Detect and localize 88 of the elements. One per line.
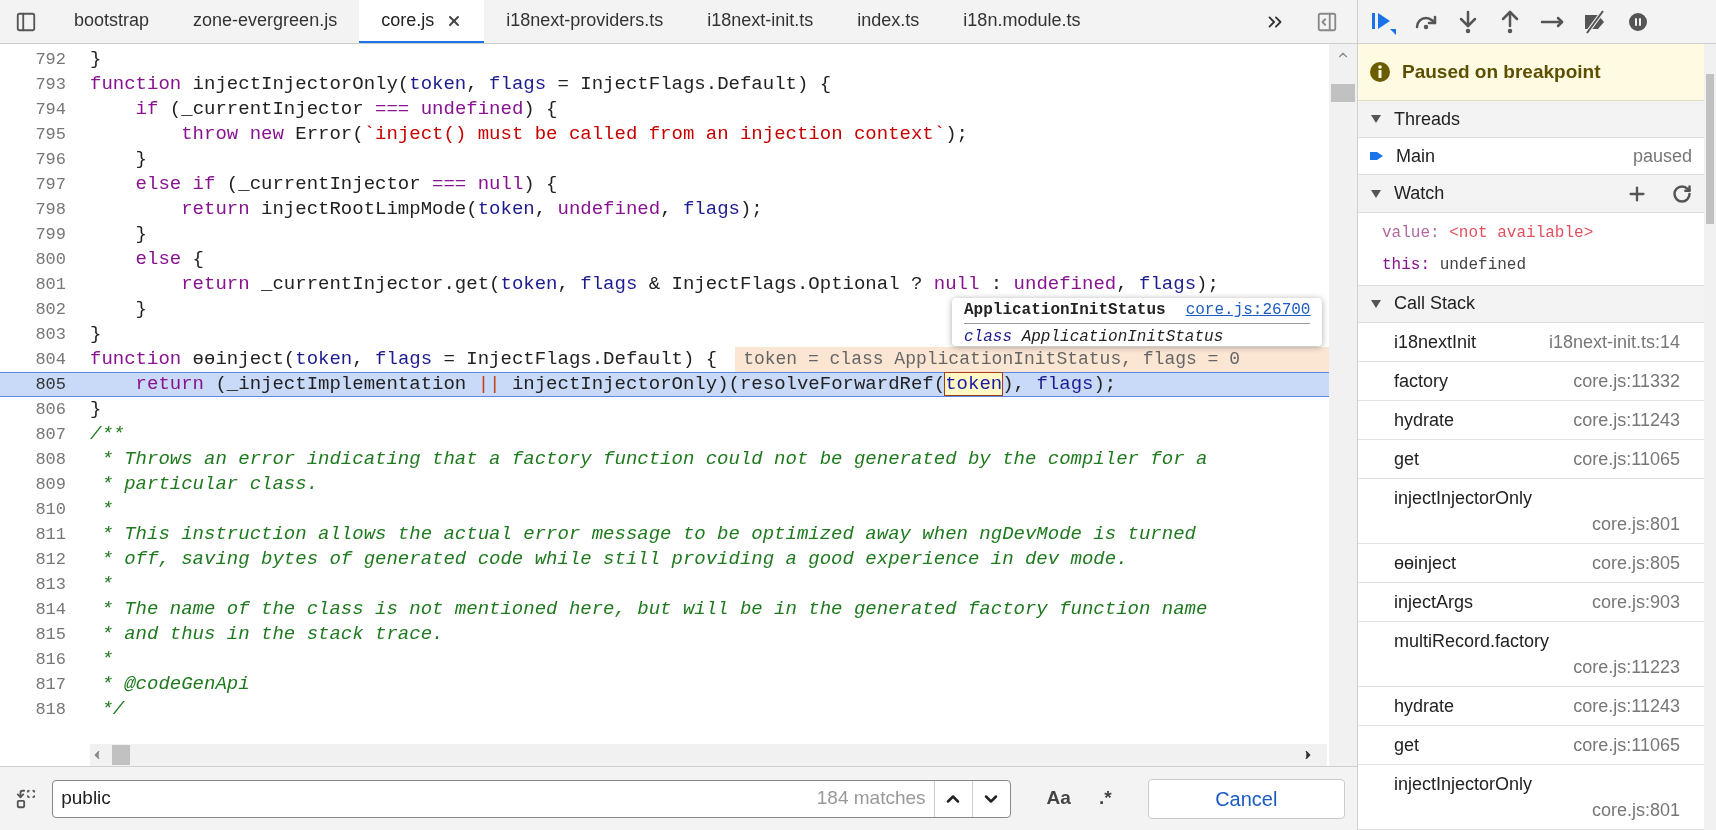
code-line: * Throws an error indicating that a factory function could not be generated by the compiler for a bbox=[100, 447, 1208, 472]
info-icon bbox=[1370, 61, 1390, 82]
code-line: } bbox=[89, 322, 102, 347]
line-number: 805 bbox=[34, 373, 67, 396]
code-line: * This instruction allows the actual error message to be optimized away when ngDevMode is turned bbox=[100, 522, 1196, 547]
watch-expression[interactable]: this: undefined bbox=[1358, 248, 1704, 281]
line-number: 793 bbox=[34, 73, 67, 96]
tooltip-title: ApplicationInitStatus bbox=[964, 300, 1166, 321]
line-number: 815 bbox=[34, 623, 67, 646]
line-number: 802 bbox=[34, 298, 67, 321]
line-number: 814 bbox=[34, 598, 67, 621]
code-line: } bbox=[134, 147, 147, 172]
line-number: 796 bbox=[34, 148, 67, 171]
code-line: } bbox=[134, 222, 147, 247]
source-link[interactable]: core.js:26700 bbox=[1185, 299, 1311, 321]
line-number: 804 bbox=[34, 348, 67, 371]
code-line: else { bbox=[134, 247, 205, 272]
line-number: 798 bbox=[34, 198, 67, 221]
code-line: return _currentInjector.get(token, flags & InjectFlags.Optional ? null : undefined, flags); bbox=[180, 272, 1219, 297]
watch-expression[interactable]: value: <not available> bbox=[1358, 216, 1704, 249]
line-number: 800 bbox=[34, 248, 67, 271]
file-tab[interactable]: i18next-providers.ts bbox=[484, 0, 686, 43]
line-number: 806 bbox=[34, 398, 67, 421]
line-number: 808 bbox=[34, 448, 67, 471]
vertical-scrollbar[interactable] bbox=[1704, 44, 1716, 830]
code-line: if (_currentInjector === undefined) { bbox=[134, 97, 558, 122]
file-tab[interactable]: i18n.module.ts bbox=[941, 0, 1103, 43]
scrollbar-thumb[interactable] bbox=[1706, 74, 1714, 224]
code-line: * and thus in the stack trace. bbox=[100, 622, 444, 647]
code-line: * The name of the class is not mentioned here, but will be in the generated factory function name bbox=[100, 597, 1208, 622]
triangle-icon[interactable] bbox=[1370, 298, 1382, 309]
code-line: } bbox=[89, 47, 102, 72]
line-number: 812 bbox=[34, 548, 67, 571]
code-line: } bbox=[89, 397, 102, 422]
line-number: 809 bbox=[34, 473, 67, 496]
match-case-button[interactable]: Aa bbox=[1038, 784, 1079, 813]
banner-text: Paused on breakpoint bbox=[1402, 59, 1601, 84]
code-line: throw new Error(`inject() must be called from an injection context`); bbox=[180, 122, 968, 147]
code-line: * @codeGenApi bbox=[100, 672, 250, 697]
triangle-icon[interactable] bbox=[1370, 114, 1382, 125]
line-number: 803 bbox=[34, 323, 67, 346]
file-tab[interactable]: i18next-init.ts bbox=[685, 0, 836, 43]
code-line: /** bbox=[89, 422, 125, 447]
file-tab[interactable]: core.js bbox=[359, 0, 485, 43]
code-line: * bbox=[100, 497, 113, 522]
line-number: 813 bbox=[34, 573, 67, 596]
line-number: 797 bbox=[34, 173, 67, 196]
code-line: else if (_currentInjector === null) { bbox=[134, 172, 558, 197]
code-line: * off, saving bytes of generated code while still providing a good experience in dev mode. bbox=[100, 547, 1128, 572]
code-line: return (_injectImplementation || injectInjectorOnly)(resolveForwardRef(token), flags); bbox=[134, 372, 1117, 397]
line-number: 799 bbox=[34, 223, 67, 246]
match-count: 184 matches bbox=[816, 786, 927, 811]
section-header[interactable]: Call Stack bbox=[1358, 285, 1704, 323]
section-header[interactable]: Watch bbox=[1358, 175, 1704, 213]
section-header[interactable]: Threads bbox=[1358, 100, 1704, 139]
refresh-icon[interactable] bbox=[1672, 183, 1692, 204]
scrollbar-thumb[interactable] bbox=[112, 745, 130, 765]
line-number: 810 bbox=[34, 498, 67, 521]
horizontal-scrollbar[interactable] bbox=[90, 744, 1327, 766]
tooltip-value: class ApplicationInitStatus bbox=[964, 327, 1225, 348]
code-line: function ɵɵinject(token, flags = InjectFlags.Default) { bbox=[89, 347, 718, 372]
code-line: * particular class. bbox=[100, 472, 319, 497]
triangle-icon[interactable] bbox=[1370, 188, 1382, 199]
line-number: 795 bbox=[34, 123, 67, 146]
line-number: 801 bbox=[34, 273, 67, 296]
line-number: 792 bbox=[34, 48, 67, 71]
line-number: 817 bbox=[34, 673, 67, 696]
vertical-scrollbar[interactable] bbox=[1329, 44, 1357, 766]
code-line: return injectRootLimpMode(token, undefined, flags); bbox=[180, 197, 763, 222]
file-tab[interactable]: zone-evergreen.js bbox=[171, 0, 360, 43]
file-tab[interactable]: index.ts bbox=[835, 0, 942, 43]
file-tab[interactable]: bootstrap bbox=[52, 0, 172, 43]
code-line: * bbox=[100, 647, 113, 672]
scrollbar-thumb[interactable] bbox=[1331, 84, 1355, 102]
code-line: } bbox=[134, 297, 147, 322]
regex-button[interactable]: .* bbox=[1090, 784, 1120, 813]
cancel-button[interactable]: Cancel bbox=[1147, 778, 1345, 819]
code-line: function injectInjectorOnly(token, flags = InjectFlags.Default) { bbox=[89, 72, 832, 97]
line-number: 794 bbox=[34, 98, 67, 121]
line-number: 811 bbox=[34, 523, 67, 546]
line-number: 816 bbox=[34, 648, 67, 671]
search-field[interactable]: public 184 matches bbox=[52, 779, 1011, 818]
inline-value: token = class ApplicationInitStatus, flags = 0 bbox=[735, 347, 1329, 372]
line-number: 807 bbox=[34, 423, 67, 446]
line-number: 818 bbox=[34, 698, 67, 721]
code-line: */ bbox=[100, 697, 125, 722]
code-line: * bbox=[100, 572, 113, 597]
search-input[interactable]: public bbox=[53, 784, 817, 813]
